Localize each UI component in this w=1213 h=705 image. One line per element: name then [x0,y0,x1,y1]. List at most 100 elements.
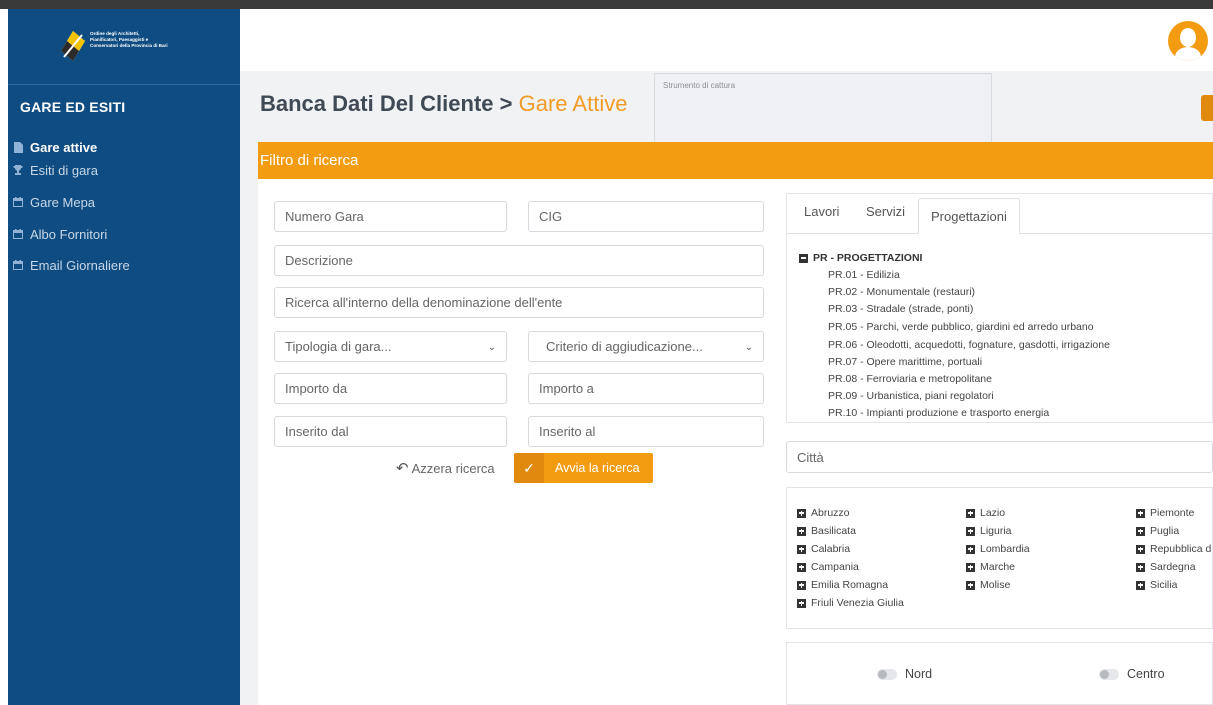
region-label: Sicilia [1150,579,1178,591]
region-item[interactable]: Campania [797,561,859,573]
region-item[interactable]: Lazio [966,507,1005,519]
region-item[interactable]: Liguria [966,525,1012,537]
sidebar-item-gare-mepa[interactable]: Gare Mepa [8,192,240,212]
importo-da-placeholder: Importo da [285,381,348,396]
chevron-down-icon: ⌄ [487,342,496,353]
expand-icon [966,544,975,554]
regions-panel: Abruzzo Basilicata Calabria Campania Emi… [786,487,1213,629]
tree-group-header[interactable]: PR - PROGETTAZIONI [799,252,922,264]
page-title-main: Banca Dati Del Cliente [260,91,494,116]
sidebar-item-esiti-di-gara[interactable]: Esiti di gara [8,160,240,180]
category-tabs-panel: Lavori Servizi Progettazioni PR - PROGET… [786,193,1213,423]
region-label: Emilia Romagna [811,579,889,591]
sidebar-item-email-giornaliere[interactable]: Email Giornaliere [8,255,240,275]
numero-gara-placeholder: Numero Gara [285,209,364,224]
tree-item[interactable]: PR.10 - Impianti produzione e trasporto … [828,407,1049,419]
tree-item[interactable]: PR.05 - Parchi, verde pubblico, giardini… [828,321,1094,333]
logo-icon [61,31,85,61]
criterio-select[interactable]: Criterio di aggiudicazione... ⌄ [528,331,764,362]
tab-bar: Lavori Servizi Progettazioni [787,194,1213,234]
reset-search-button[interactable]: ↶ Azzera ricerca [396,459,495,477]
sidebar-item-albo-fornitori[interactable]: Albo Fornitori [8,224,240,244]
toggle-switch[interactable] [877,668,897,680]
tab-progettazioni[interactable]: Progettazioni [918,198,1020,234]
region-label: Lazio [980,507,1006,519]
region-item[interactable]: Puglia [1136,525,1179,537]
tree-item[interactable]: PR.06 - Oleodotti, acquedotti, fognature… [828,339,1110,351]
region-label: Liguria [980,525,1012,537]
tree-item[interactable]: PR.01 - Edilizia [828,269,900,281]
tree-item[interactable]: PR.02 - Monumentale (restauri) [828,286,975,298]
importo-da-input[interactable]: Importo da [274,373,507,404]
tree-item[interactable]: PR.08 - Ferroviaria e metropolitane [828,373,992,385]
expand-icon [797,526,806,536]
toggle-switch[interactable] [1099,668,1119,680]
region-item[interactable]: Calabria [797,543,850,555]
expand-icon [797,562,806,572]
top-header [240,9,1213,71]
tipologia-select[interactable]: Tipologia di gara... ⌄ [274,331,507,362]
descrizione-input[interactable]: Descrizione [274,245,764,276]
zone-toggle-centro[interactable]: Centro [1099,667,1165,681]
expand-icon [1136,562,1145,572]
zone-toggle-nord[interactable]: Nord [877,667,932,681]
trophy-icon [13,165,23,175]
region-item[interactable]: Repubblica d [1136,543,1211,555]
brand-line-3: Conservatori della Provincia di Bari [90,43,168,48]
action-button[interactable] [1201,95,1213,121]
tree-item[interactable]: PR.09 - Urbanistica, piani regolatori [828,390,994,402]
citta-input[interactable]: Città [786,441,1213,473]
ente-search-input[interactable]: Ricerca all'interno della denominazione … [274,287,764,318]
region-label: Campania [811,561,859,573]
region-item[interactable]: Molise [966,579,1010,591]
expand-icon [797,598,806,608]
region-item[interactable]: Sardegna [1136,561,1196,573]
expand-icon [797,580,806,590]
tree-item[interactable]: PR.03 - Stradale (strade, ponti) [828,303,973,315]
tab-lavori[interactable]: Lavori [804,204,839,219]
brand-block[interactable]: Ordine degli Architetti, Pianificatori, … [8,9,240,85]
undo-icon: ↶ [396,460,409,477]
region-label: Calabria [811,543,851,555]
cig-placeholder: CIG [539,209,563,224]
brand-name: Ordine degli Architetti, Pianificatori, … [90,31,210,49]
region-item[interactable]: Emilia Romagna [797,579,888,591]
filter-header: Filtro di ricerca [258,142,1213,179]
sidebar-item-gare-attive[interactable]: Gare attive [8,137,240,157]
inserito-al-placeholder: Inserito al [539,424,596,439]
region-item[interactable]: Abruzzo [797,507,850,519]
expand-icon [1136,526,1145,536]
snipping-tool-label: Strumento di cattura [663,81,736,90]
page-title: Banca Dati Del Cliente > Gare Attive [260,91,627,117]
start-search-button[interactable]: ✓ Avvia la ricerca [514,453,653,483]
ente-search-placeholder: Ricerca all'interno della denominazione … [285,295,563,310]
region-item[interactable]: Sicilia [1136,579,1177,591]
cig-input[interactable]: CIG [528,201,764,232]
importo-a-input[interactable]: Importo a [528,373,764,404]
region-label: Repubblica d [1150,543,1212,555]
file-icon [13,141,23,153]
region-item[interactable]: Friuli Venezia Giulia [797,597,904,609]
breadcrumb-separator: > [499,91,513,116]
region-item[interactable]: Marche [966,561,1015,573]
region-item[interactable]: Piemonte [1136,507,1194,519]
tab-servizi[interactable]: Servizi [866,204,905,219]
region-label: Piemonte [1150,507,1195,519]
region-item[interactable]: Lombardia [966,543,1030,555]
region-item[interactable]: Basilicata [797,525,856,537]
numero-gara-input[interactable]: Numero Gara [274,201,507,232]
check-icon: ✓ [514,453,544,483]
collapse-icon[interactable] [799,253,808,263]
calendar-icon [13,197,23,207]
calendar-icon [13,229,23,239]
snipping-tool-overlay: Strumento di cattura [654,73,992,153]
tipologia-selected: Tipologia di gara... [285,339,392,354]
expand-icon [966,508,975,518]
region-label: Friuli Venezia Giulia [811,597,904,609]
inserito-dal-input[interactable]: Inserito dal [274,416,507,447]
inserito-al-input[interactable]: Inserito al [528,416,764,447]
zone-label: Centro [1127,667,1165,681]
expand-icon [797,508,806,518]
tree-item[interactable]: PR.07 - Opere marittime, portuali [828,356,982,368]
user-avatar-icon[interactable] [1168,21,1208,61]
